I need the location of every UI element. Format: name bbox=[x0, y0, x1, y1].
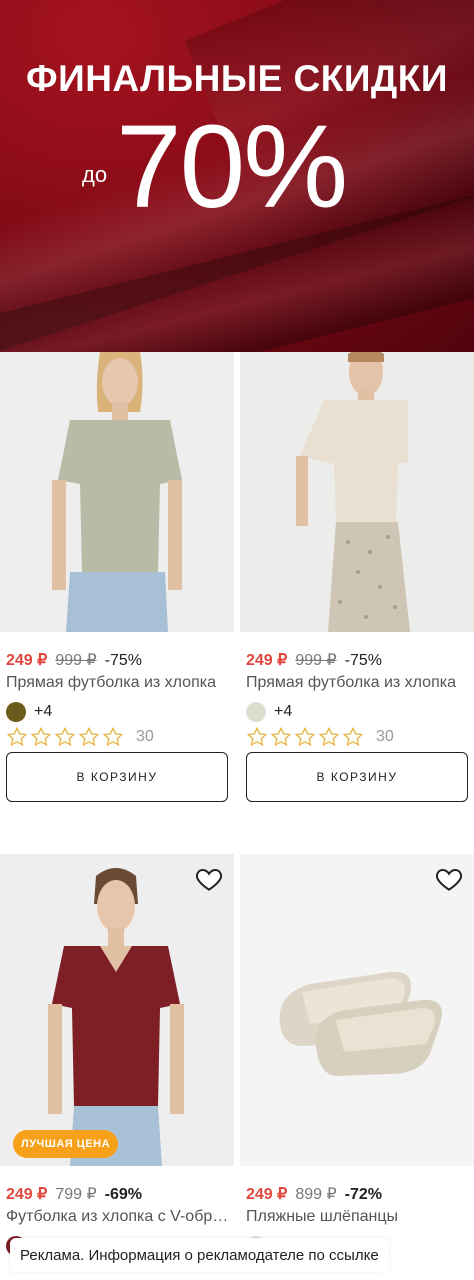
star-icon bbox=[102, 726, 124, 747]
product-image[interactable] bbox=[0, 352, 234, 632]
color-swatches[interactable]: +4 bbox=[246, 702, 292, 722]
product-photo bbox=[0, 854, 234, 1166]
price-row: 249 ₽ 899 ₽ -72% bbox=[246, 1184, 382, 1204]
old-price: 799 ₽ bbox=[55, 1186, 97, 1203]
heart-icon[interactable] bbox=[434, 864, 464, 894]
product-card[interactable]: 249 ₽ 799 ₽ -69% Футболка из хлопка с V-об… bbox=[0, 854, 234, 1280]
product-card[interactable]: 249 ₽ 899 ₽ -72% Пляжные шлёпанцы bbox=[240, 854, 474, 1280]
price-row: 249 ₽ 799 ₽ -69% bbox=[6, 1184, 142, 1204]
price: 249 ₽ bbox=[6, 652, 48, 669]
heart-icon[interactable] bbox=[194, 864, 224, 894]
more-colors: +4 bbox=[274, 703, 293, 720]
discount: -69% bbox=[104, 1186, 143, 1203]
star-icon bbox=[54, 726, 76, 747]
price: 249 ₽ bbox=[6, 1186, 48, 1203]
best-price-badge: ЛУЧШАЯ ЦЕНА bbox=[13, 1130, 119, 1158]
add-to-cart-button[interactable]: В КОРЗИНУ bbox=[6, 752, 228, 802]
product-card[interactable]: 249 ₽ 999 ₽ -75% Прямая футболка из хлопка… bbox=[0, 352, 234, 822]
star-icon bbox=[270, 726, 292, 747]
product-title[interactable]: Пляжные шлёпанцы bbox=[246, 1208, 470, 1226]
old-price: 999 ₽ bbox=[295, 652, 337, 669]
star-icon bbox=[294, 726, 316, 747]
product-image[interactable] bbox=[0, 854, 234, 1166]
price: 249 ₽ bbox=[246, 1186, 288, 1203]
color-swatches[interactable]: +4 bbox=[6, 702, 52, 722]
rating-stars: 30 bbox=[6, 726, 154, 748]
product-photo bbox=[240, 854, 474, 1166]
price: 249 ₽ bbox=[246, 652, 288, 669]
star-icon bbox=[342, 726, 364, 747]
star-icon bbox=[318, 726, 340, 747]
product-image[interactable] bbox=[240, 854, 474, 1166]
old-price: 899 ₽ bbox=[295, 1186, 337, 1203]
product-card[interactable]: 249 ₽ 999 ₽ -75% Прямая футболка из хлопка… bbox=[240, 352, 474, 822]
product-image[interactable] bbox=[240, 352, 474, 632]
color-swatch[interactable] bbox=[246, 702, 266, 722]
review-count: 30 bbox=[136, 728, 154, 745]
product-title[interactable]: Прямая футболка из хлопка bbox=[6, 674, 230, 692]
product-photo bbox=[0, 352, 234, 632]
ad-notice[interactable]: Реклама. Информация о рекламодателе по с… bbox=[10, 1238, 389, 1272]
product-photo bbox=[240, 352, 474, 632]
banner-prefix: до bbox=[82, 162, 108, 187]
discount: -75% bbox=[104, 652, 143, 669]
old-price: 999 ₽ bbox=[55, 652, 97, 669]
product-title[interactable]: Прямая футболка из хлопка bbox=[246, 674, 470, 692]
discount: -75% bbox=[344, 652, 383, 669]
star-icon bbox=[78, 726, 100, 747]
banner-discount-value: 70% bbox=[116, 101, 348, 233]
price-row: 249 ₽ 999 ₽ -75% bbox=[6, 650, 142, 670]
star-icon bbox=[246, 726, 268, 747]
banner-title: ФИНАЛЬНЫЕ СКИДКИ bbox=[26, 58, 448, 99]
price-row: 249 ₽ 999 ₽ -75% bbox=[246, 650, 382, 670]
review-count: 30 bbox=[376, 728, 394, 745]
color-swatch[interactable] bbox=[6, 702, 26, 722]
discount: -72% bbox=[344, 1186, 383, 1203]
add-to-cart-button[interactable]: В КОРЗИНУ bbox=[246, 752, 468, 802]
promo-banner[interactable]: ФИНАЛЬНЫЕ СКИДКИ до 70% bbox=[0, 0, 474, 352]
rating-stars: 30 bbox=[246, 726, 394, 748]
more-colors: +4 bbox=[34, 703, 53, 720]
star-icon bbox=[30, 726, 52, 747]
star-icon bbox=[6, 726, 28, 747]
product-title[interactable]: Футболка из хлопка с V-образным вырезом bbox=[6, 1208, 230, 1226]
